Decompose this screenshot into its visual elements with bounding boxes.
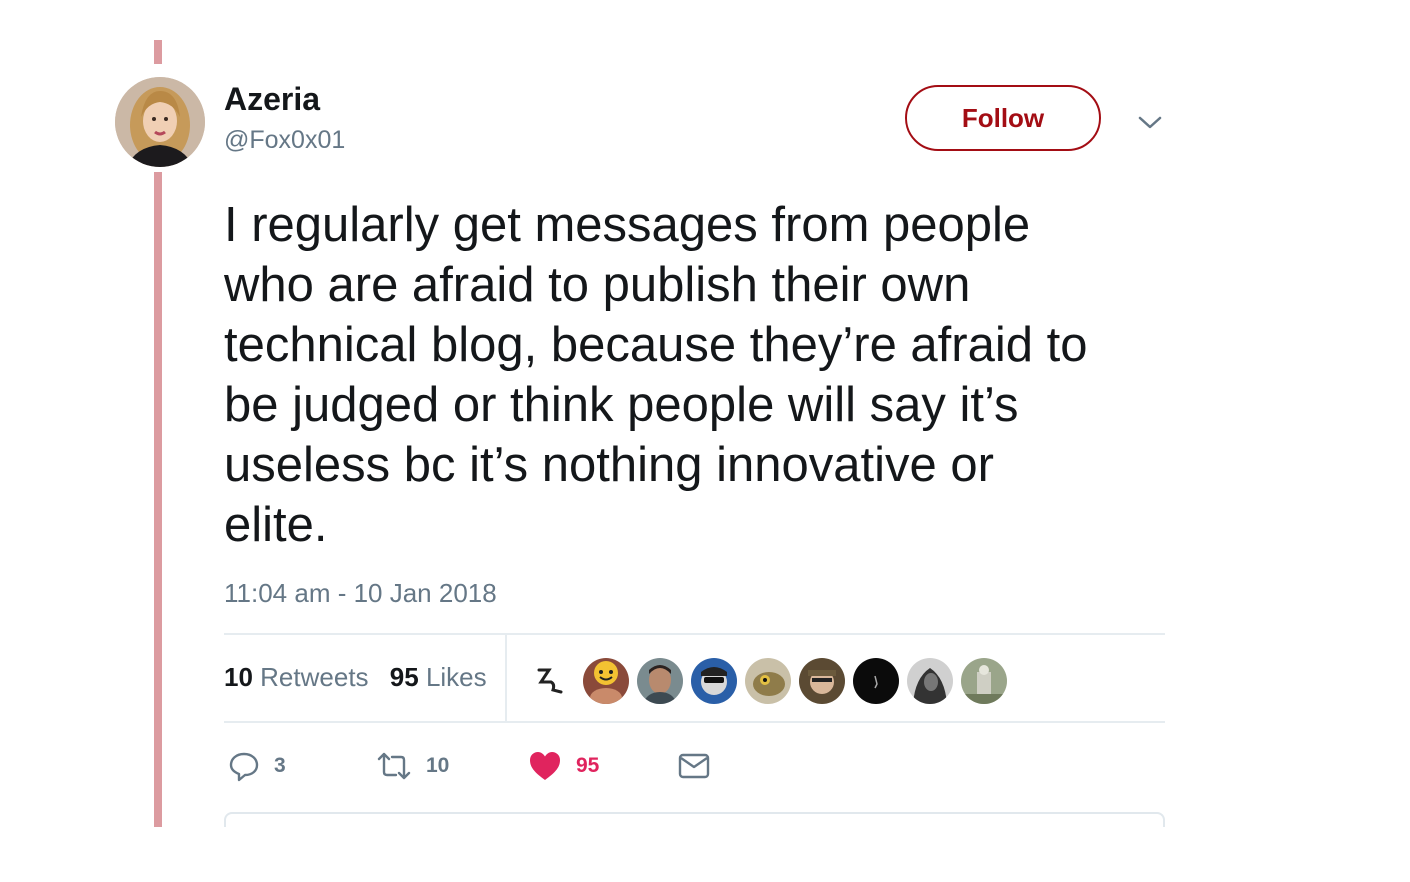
like-count: 95 [576, 754, 600, 777]
envelope-icon [678, 753, 710, 779]
retweets-stat[interactable]: 10 Retweets [224, 662, 369, 693]
liker-avatar[interactable] [743, 656, 793, 706]
retweet-icon [377, 752, 411, 780]
tweet-timestamp[interactable]: 11:04 am - 10 Jan 2018 [224, 578, 497, 609]
reply-icon [229, 752, 259, 782]
reply-button[interactable]: 3 [228, 746, 286, 786]
likes-stat-label: Likes [425, 662, 487, 692]
liker-avatar[interactable] [527, 656, 577, 706]
thread-line [154, 172, 162, 827]
liker-avatar[interactable] [959, 656, 1009, 706]
follow-button[interactable]: Follow [905, 85, 1101, 151]
retweets-stat-count: 10 [224, 662, 253, 692]
divider-bottom [224, 721, 1165, 723]
liker-avatar[interactable] [905, 656, 955, 706]
page-bottom [0, 827, 1410, 882]
chevron-down-icon[interactable] [1136, 110, 1164, 134]
liker-avatar[interactable] [851, 656, 901, 706]
heart-icon [530, 752, 560, 780]
avatar[interactable] [115, 77, 205, 167]
tweet-stats: 10 Retweets 95 Likes [224, 662, 501, 693]
author-name[interactable]: Azeria [224, 81, 320, 118]
author-handle[interactable]: @Fox0x01 [224, 126, 345, 155]
retweets-stat-label: Retweets [260, 662, 369, 692]
dm-button[interactable] [678, 746, 710, 786]
thread-line-top [154, 40, 162, 64]
liker-avatar[interactable] [797, 656, 847, 706]
divider-top [224, 633, 1165, 635]
liker-avatar[interactable] [581, 656, 631, 706]
reply-count: 3 [274, 754, 286, 777]
retweet-count: 10 [426, 754, 450, 777]
like-button[interactable]: 95 [528, 746, 599, 786]
stats-divider [505, 635, 507, 721]
liker-avatar[interactable] [635, 656, 685, 706]
likes-stat[interactable]: 95 Likes [390, 662, 487, 693]
avatar-image [115, 77, 205, 167]
likes-stat-count: 95 [389, 662, 419, 692]
liker-avatar[interactable] [689, 656, 739, 706]
tweet-page: Azeria @Fox0x01 Follow I regularly get m… [0, 0, 1410, 882]
retweet-button[interactable]: 10 [376, 746, 449, 786]
tweet-text: I regularly get messages from people who… [224, 198, 1088, 552]
